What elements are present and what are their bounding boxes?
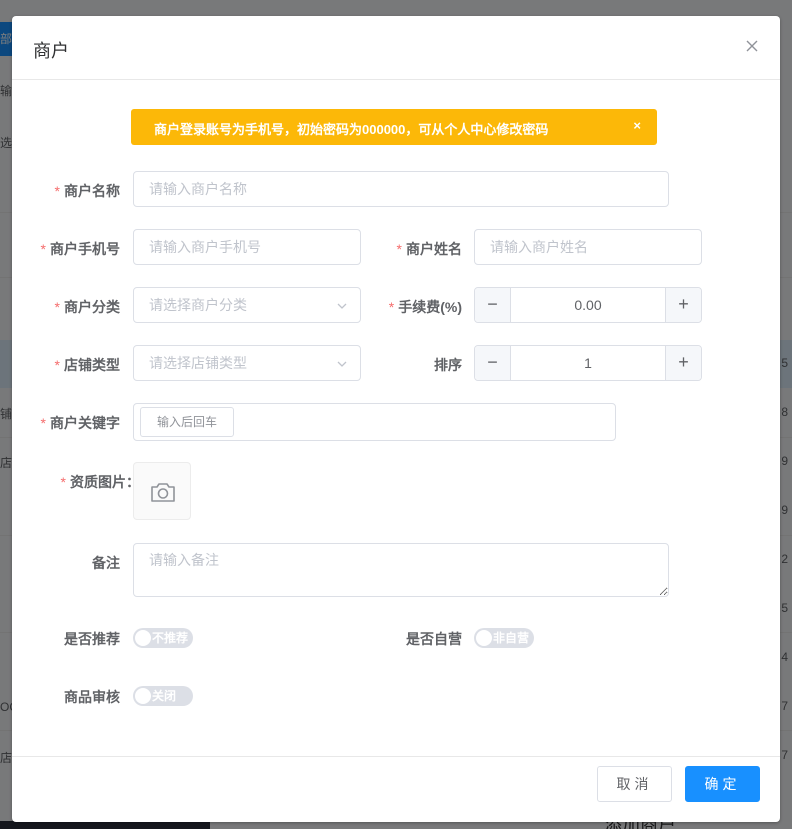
dialog-header: 商户	[12, 16, 780, 80]
merchant-realname-input[interactable]	[474, 229, 702, 265]
switch-text: 关闭	[152, 689, 177, 703]
switch-knob	[135, 630, 151, 646]
product-review-switch[interactable]: 关闭	[133, 686, 193, 706]
sort-stepper: − 1 +	[474, 345, 702, 381]
qualification-upload[interactable]	[133, 462, 191, 520]
remark-label: 备注	[92, 555, 120, 571]
recommend-switch[interactable]: 不推荐	[133, 628, 193, 648]
merchant-realname-label: * 商户姓名	[396, 241, 462, 257]
merchant-phone-input[interactable]	[133, 229, 361, 265]
switch-text: 非自营	[493, 631, 530, 645]
switch-knob	[476, 630, 492, 646]
merchant-category-label: * 商户分类	[54, 299, 120, 315]
keyword-tag-input[interactable]: 输入后回车	[140, 407, 234, 437]
store-type-select[interactable]	[133, 345, 361, 381]
fee-decrease-button[interactable]: −	[475, 288, 511, 322]
info-alert: 商户登录账号为手机号，初始密码为000000，可从个人中心修改密码 ×	[131, 109, 657, 145]
switch-text: 不推荐	[152, 631, 189, 645]
close-icon[interactable]	[744, 38, 760, 54]
sort-value[interactable]: 1	[512, 346, 664, 380]
dialog-title: 商户	[33, 41, 69, 61]
qualification-label: * 资质图片：	[60, 474, 140, 490]
store-type-label: * 店铺类型	[54, 357, 120, 373]
recommend-label: 是否推荐	[64, 631, 120, 647]
fee-value[interactable]: 0.00	[512, 288, 664, 322]
merchant-name-label: * 商户名称	[54, 183, 120, 199]
merchant-phone-label: * 商户手机号	[40, 241, 120, 257]
self-operated-label: 是否自营	[406, 631, 462, 647]
merchant-name-input[interactable]	[133, 171, 669, 207]
self-operated-switch[interactable]: 非自营	[474, 628, 534, 648]
alert-text: 商户登录账号为手机号，初始密码为000000，可从个人中心修改密码	[154, 122, 549, 137]
fee-increase-button[interactable]: +	[665, 288, 701, 322]
fee-stepper: − 0.00 +	[474, 287, 702, 323]
alert-close-icon[interactable]: ×	[633, 118, 641, 133]
fee-label: * 手续费(%)	[388, 299, 462, 315]
confirm-button[interactable]: 确定	[685, 766, 760, 802]
product-review-label: 商品审核	[64, 689, 120, 705]
sort-decrease-button[interactable]: −	[475, 346, 511, 380]
merchant-dialog: 商户 商户登录账号为手机号，初始密码为000000，可从个人中心修改密码 × *…	[12, 16, 780, 822]
remark-textarea[interactable]	[133, 543, 669, 597]
cancel-button[interactable]: 取消	[597, 766, 672, 802]
switch-knob	[135, 688, 151, 704]
keywords-tag-box: 输入后回车	[133, 403, 616, 441]
sort-increase-button[interactable]: +	[665, 346, 701, 380]
sort-label: 排序	[434, 357, 462, 373]
keywords-label: * 商户关键字	[40, 415, 120, 431]
merchant-category-select[interactable]	[133, 287, 361, 323]
camera-icon	[151, 483, 175, 502]
